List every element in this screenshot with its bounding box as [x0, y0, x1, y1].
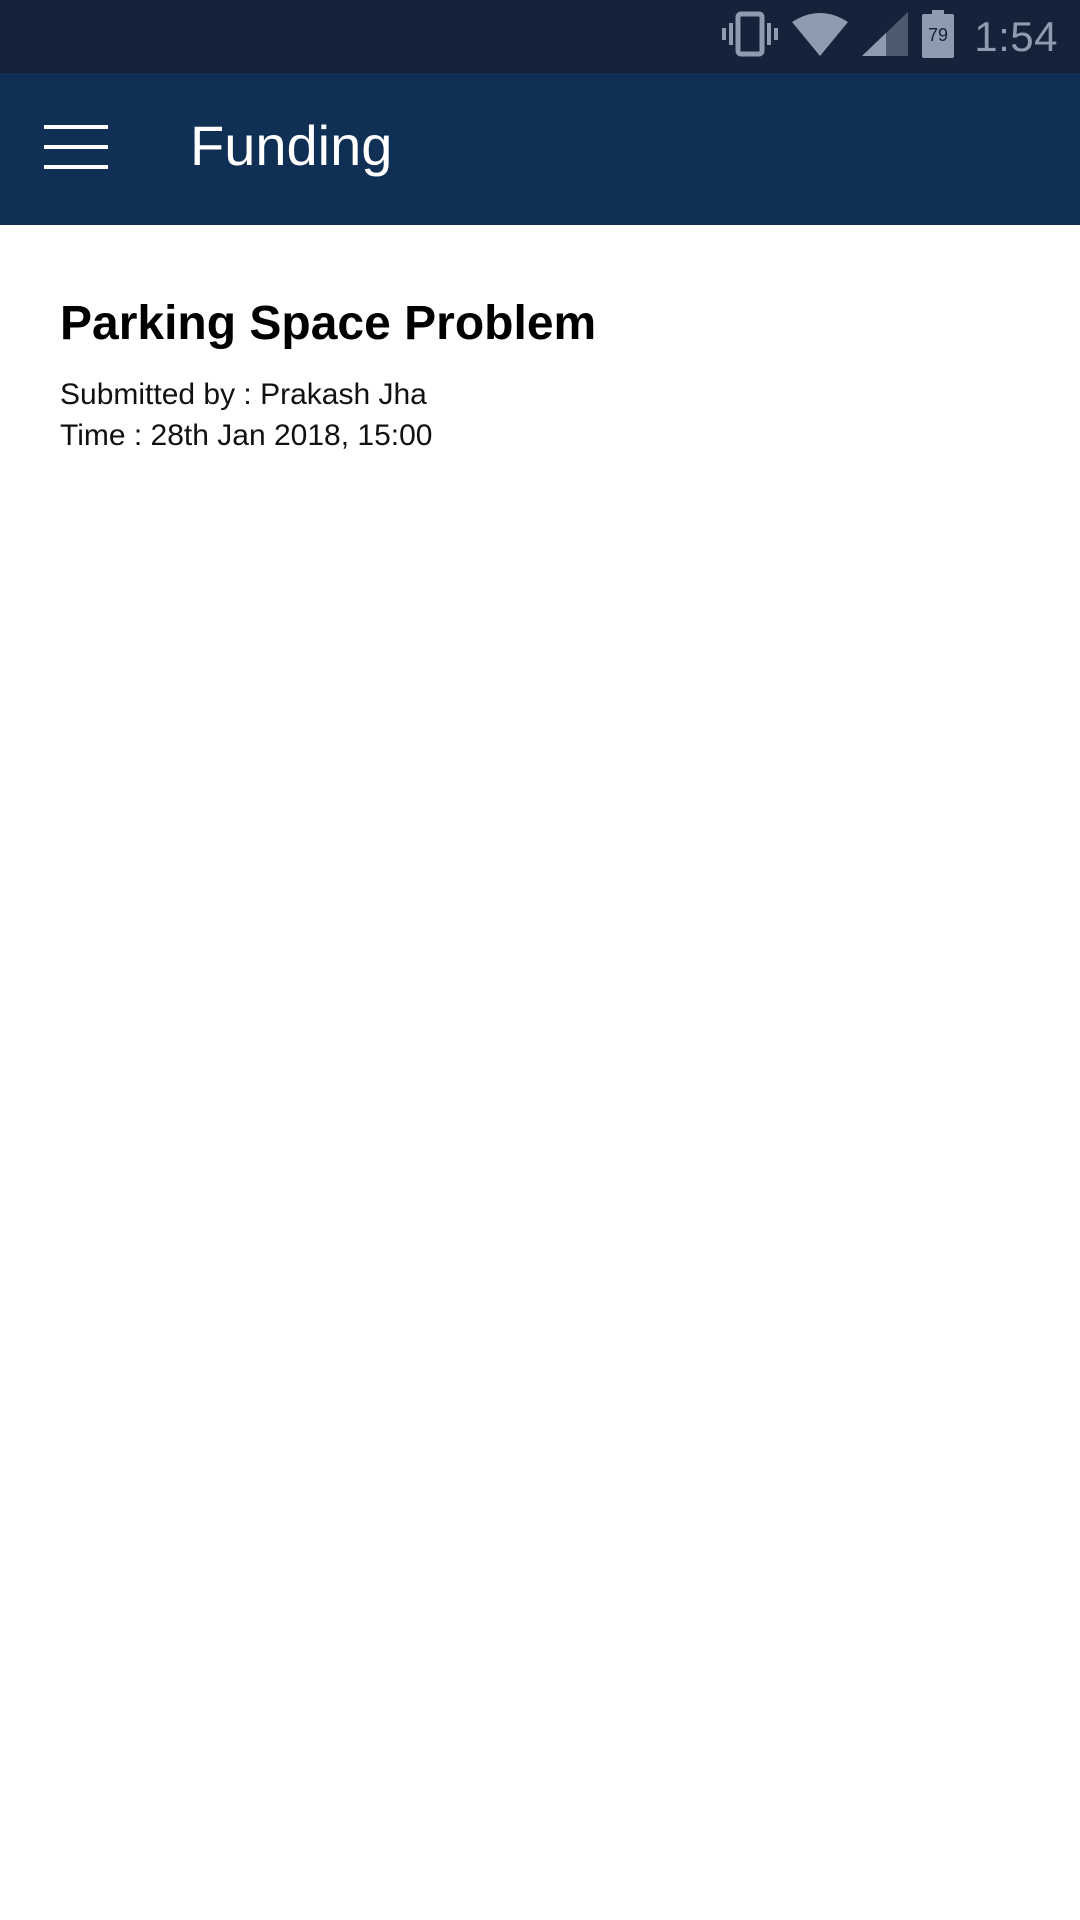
- app-bar: Funding: [0, 73, 1080, 225]
- wifi-icon: [792, 12, 849, 61]
- post-title: Parking Space Problem: [60, 297, 597, 350]
- battery-icon: 79: [922, 10, 955, 63]
- status-time: 1:54: [974, 13, 1058, 60]
- battery-level: 79: [928, 25, 948, 45]
- status-icons: 79 1:54: [722, 0, 1058, 73]
- vibrate-icon: [722, 11, 779, 62]
- post-details: Parking Space Problem Submitted by : Pra…: [60, 296, 1020, 456]
- status-bar: 79 1:54: [0, 0, 1080, 73]
- submission-time: Time : 28th Jan 2018, 15:00: [60, 419, 433, 452]
- cell-signal-icon: [862, 12, 909, 61]
- menu-button[interactable]: [30, 103, 122, 195]
- hamburger-menu-icon: [44, 123, 108, 176]
- submitted-by: Submitted by : Prakash Jha: [60, 378, 427, 411]
- app-title: Funding: [190, 114, 393, 177]
